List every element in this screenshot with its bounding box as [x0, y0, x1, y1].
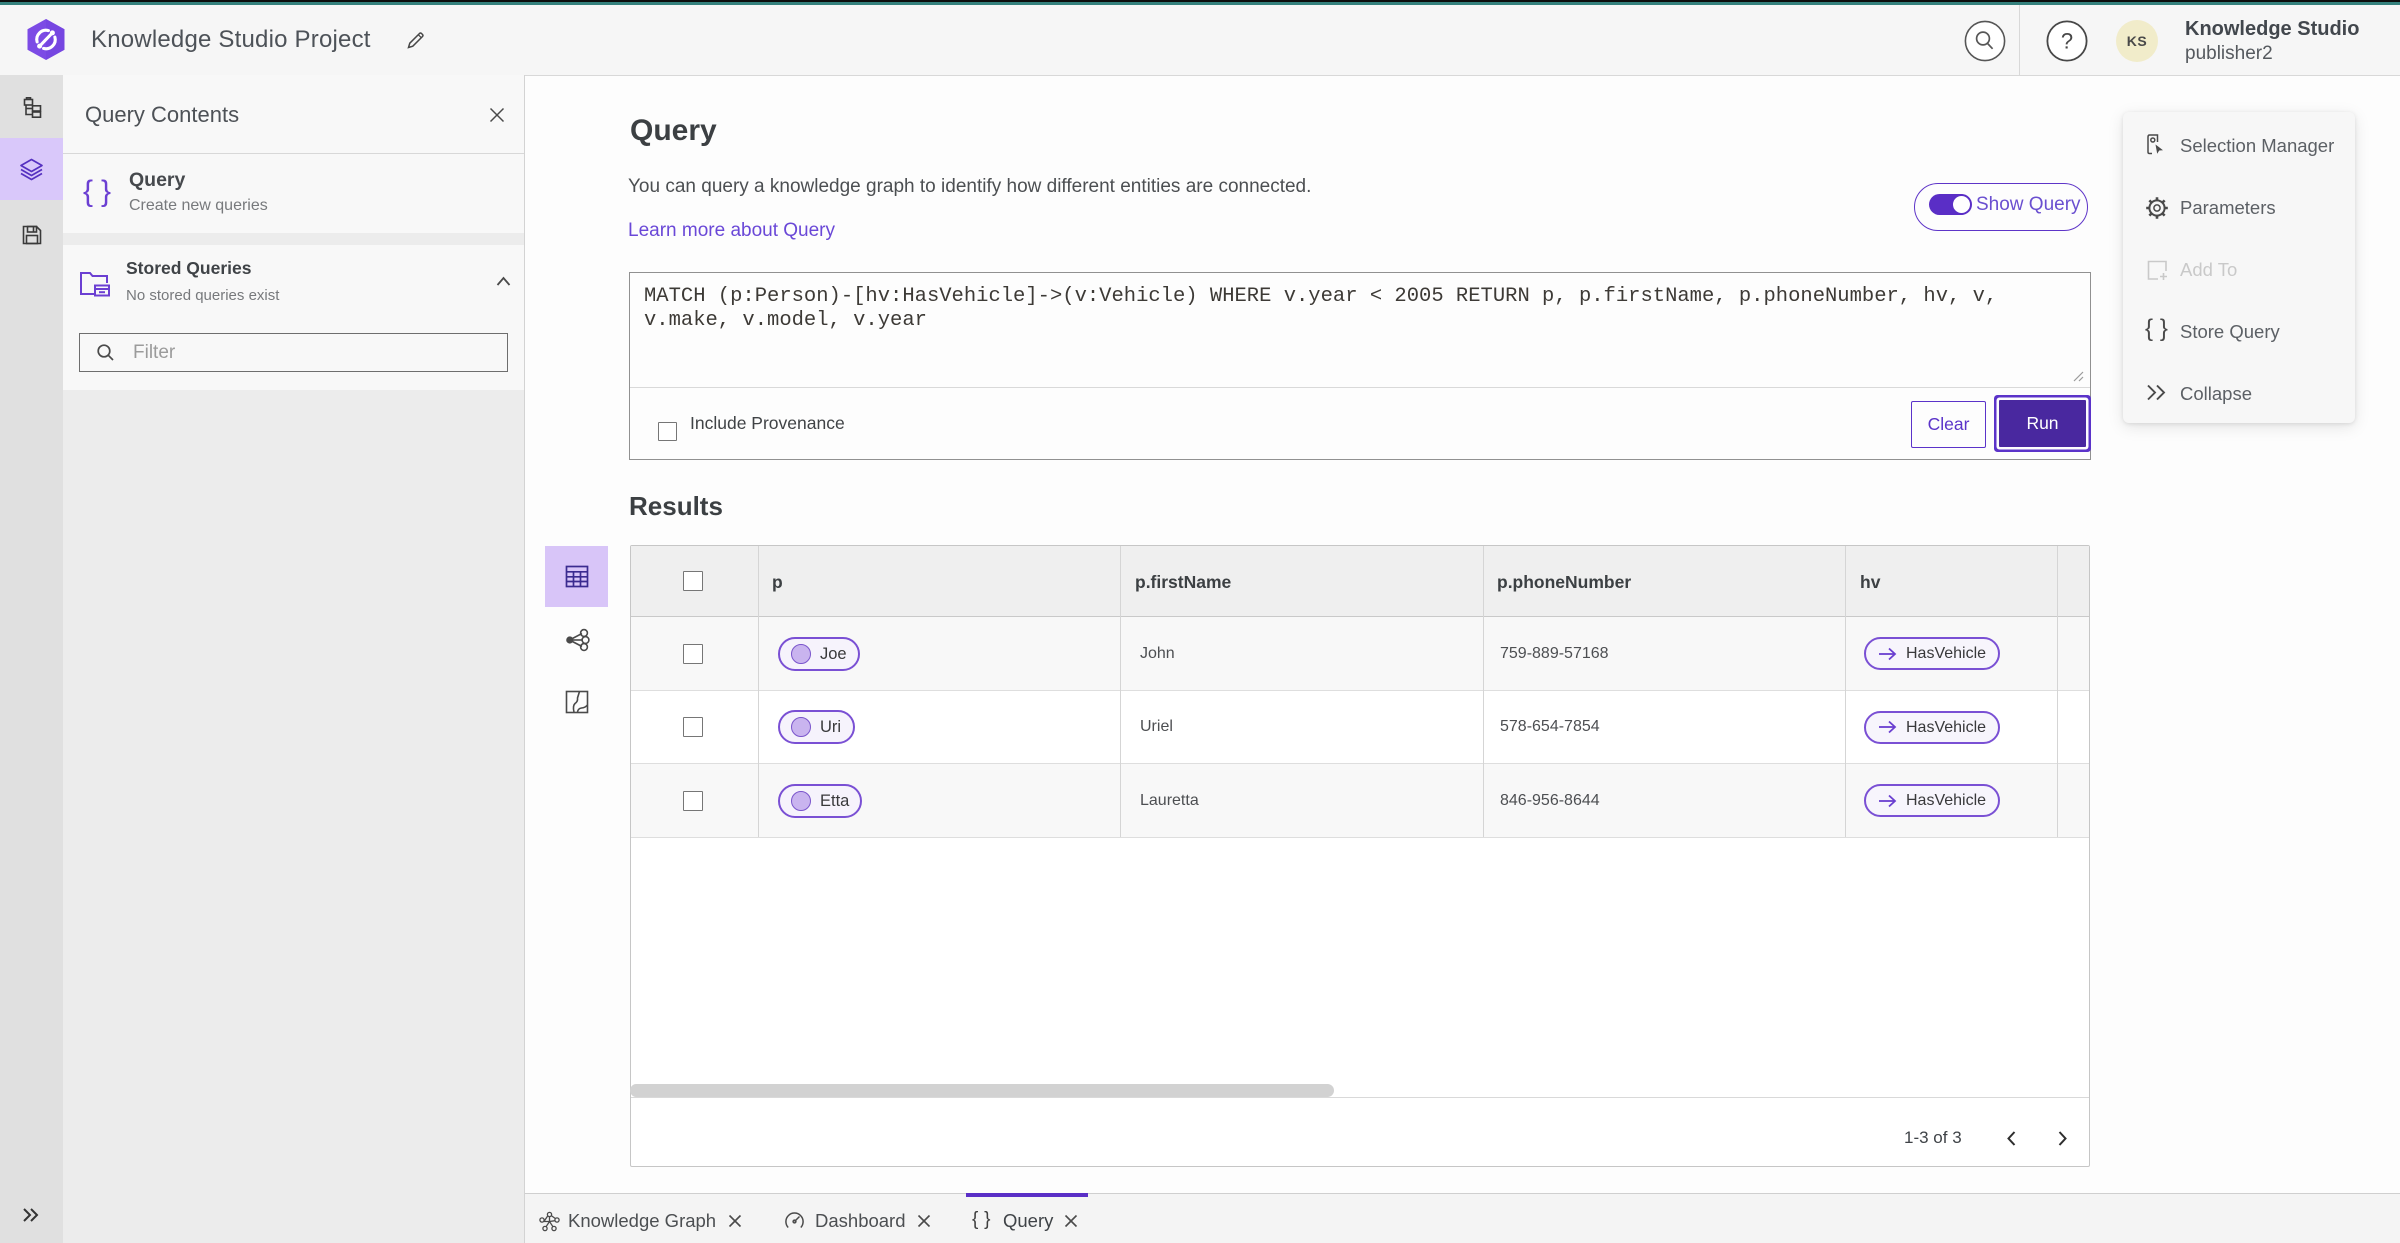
svg-text:?: ?	[2061, 29, 2073, 54]
